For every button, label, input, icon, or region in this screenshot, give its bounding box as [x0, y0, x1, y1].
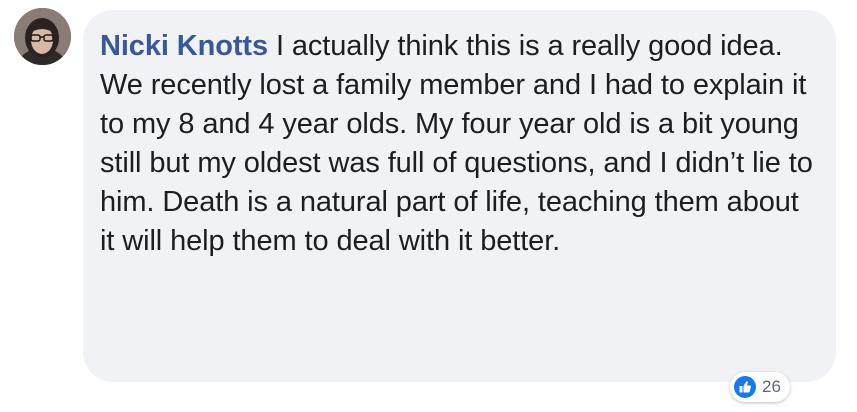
avatar[interactable] [14, 8, 71, 65]
comment-body: Nicki Knotts I actually think this is a … [100, 27, 816, 261]
comment-text: I actually think this is a really good i… [100, 30, 813, 257]
reaction-count: 26 [762, 377, 781, 396]
comment-author-link[interactable]: Nicki Knotts [100, 30, 268, 62]
comment-bubble: Nicki Knotts I actually think this is a … [83, 10, 836, 382]
reactions-button[interactable]: 26 [730, 372, 790, 402]
avatar-image [14, 8, 71, 65]
like-icon [734, 376, 756, 398]
